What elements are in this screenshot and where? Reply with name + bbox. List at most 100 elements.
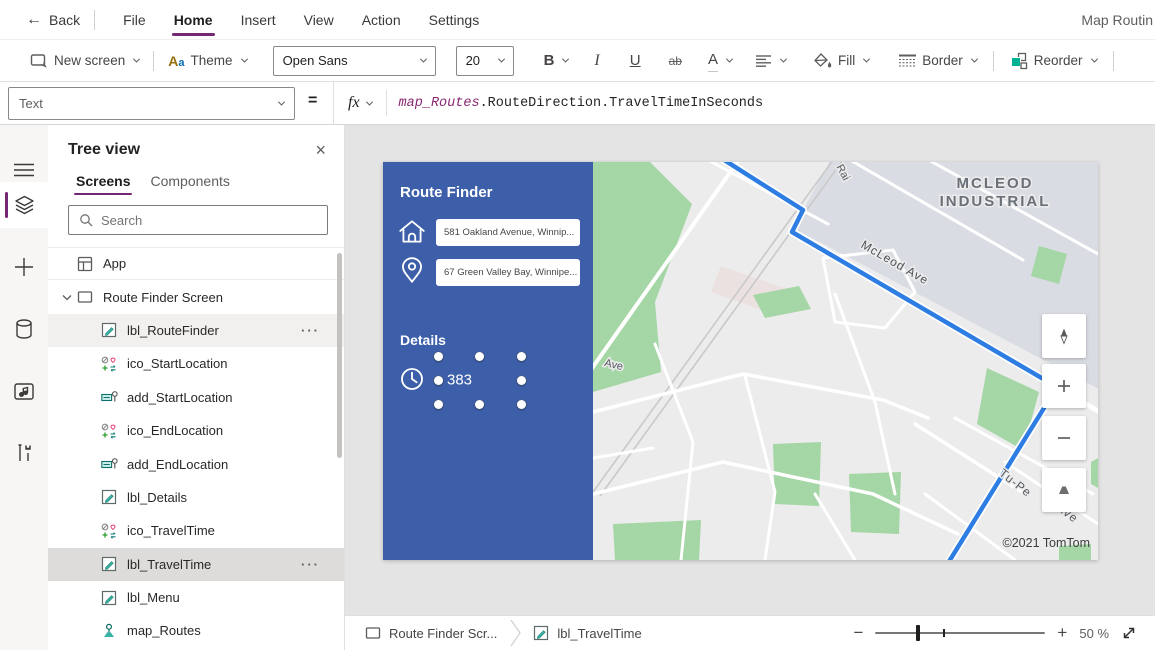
- chevron-down-icon: [366, 98, 373, 105]
- tree-item-label: lbl_Menu: [127, 590, 180, 605]
- font-color-button[interactable]: A: [708, 51, 732, 71]
- border-button[interactable]: Border: [899, 53, 977, 68]
- compass-icon: [1055, 327, 1073, 345]
- tree-item-ico_TravelTime[interactable]: ico_TravelTime: [48, 514, 344, 547]
- selection-handle[interactable]: [517, 376, 526, 385]
- tree-item-lbl_TravelTime[interactable]: lbl_TravelTime···: [48, 548, 344, 581]
- theme-aa-icon: Aa: [168, 53, 184, 69]
- selection-handle[interactable]: [517, 400, 526, 409]
- alignment-button[interactable]: [756, 55, 786, 67]
- divider: [153, 51, 154, 71]
- chevron-expanded-icon[interactable]: [62, 294, 72, 301]
- search-icon: [79, 213, 93, 227]
- tree-item-add_StartLocation[interactable]: add_StartLocation: [48, 381, 344, 414]
- fill-button[interactable]: Fill: [814, 53, 869, 69]
- formula-input-area[interactable]: fx map_Routes.RouteDirection.TravelTimeI…: [333, 82, 1155, 124]
- breadcrumb-item-lbl_TravelTime[interactable]: lbl_TravelTime: [533, 625, 641, 641]
- menu-item-home[interactable]: Home: [160, 0, 227, 40]
- data-icon: [15, 319, 33, 339]
- location-pin-icon: [397, 255, 427, 287]
- tree-item-App[interactable]: App: [48, 247, 344, 280]
- rail-item-insert-icon[interactable]: [0, 244, 48, 290]
- tree-item-label: add_StartLocation: [127, 390, 233, 405]
- chevron-down-icon: [562, 56, 569, 63]
- clock-icon: [397, 364, 427, 394]
- travel-time-selection[interactable]: 383: [438, 356, 521, 404]
- more-options-button[interactable]: ···: [301, 323, 320, 338]
- menu-item-view[interactable]: View: [290, 0, 348, 40]
- rail-item-tree-view-icon[interactable]: [0, 182, 48, 228]
- tree-item-label: ico_TravelTime: [127, 523, 215, 538]
- back-button[interactable]: ← Back: [26, 11, 80, 29]
- reorder-button[interactable]: Reorder: [1010, 52, 1097, 70]
- selection-handle[interactable]: [475, 352, 484, 361]
- tree-scrollbar[interactable]: [337, 253, 342, 458]
- start-address-input[interactable]: 581 Oakland Avenue, Winnip...: [436, 219, 580, 246]
- rail-item-media-icon[interactable]: [0, 368, 48, 414]
- rail-item-advanced-tools-icon[interactable]: [0, 430, 48, 476]
- tree-item-lbl_RouteFinder[interactable]: lbl_RouteFinder ···: [48, 314, 344, 347]
- zoom-in-icon: [1055, 377, 1073, 395]
- font-family-select[interactable]: Open Sans: [273, 46, 436, 76]
- italic-button[interactable]: I: [594, 52, 599, 70]
- menu-item-action[interactable]: Action: [348, 0, 415, 40]
- font-size-select[interactable]: 20: [456, 46, 514, 76]
- tab-components[interactable]: Components: [142, 173, 237, 197]
- breadcrumb-item-RouteFinderScr[interactable]: Route Finder Scr...: [365, 625, 497, 641]
- menu-item-file[interactable]: File: [109, 0, 160, 40]
- border-label: Border: [922, 53, 963, 68]
- zoom-slider-thumb[interactable]: [916, 625, 920, 641]
- app-screen[interactable]: Route Finder 581 Oakland Avenue, Winnip.…: [383, 162, 1098, 560]
- map-tilt-button[interactable]: [1042, 468, 1086, 512]
- search-box[interactable]: [68, 205, 328, 235]
- map-zoom-in-button[interactable]: [1042, 364, 1086, 408]
- tree-item-ico_EndLocation[interactable]: ico_EndLocation: [48, 414, 344, 447]
- map-compass-button[interactable]: [1042, 314, 1086, 358]
- tree-item-label: add_EndLocation: [127, 457, 228, 472]
- tree-item-Route Finder Screen[interactable]: Route Finder Screen: [48, 280, 344, 313]
- menu-item-settings[interactable]: Settings: [415, 0, 494, 40]
- design-canvas[interactable]: Route Finder 581 Oakland Avenue, Winnip.…: [345, 125, 1155, 615]
- selection-handle[interactable]: [475, 400, 484, 409]
- new-screen-label: New screen: [54, 53, 125, 68]
- fx-icon[interactable]: fx: [334, 94, 364, 112]
- close-icon[interactable]: ×: [315, 143, 326, 157]
- tree-item-lbl_Details[interactable]: lbl_Details: [48, 481, 344, 514]
- map-control[interactable]: MCLEODINDUSTRIALMcLeod AveRaiAveTu-PeAve…: [593, 162, 1098, 560]
- zoom-out-button[interactable]: −: [853, 628, 863, 638]
- address-input-icon: [100, 388, 118, 406]
- label-icon: [100, 555, 118, 573]
- more-options-button[interactable]: ···: [301, 557, 320, 572]
- search-input[interactable]: [101, 213, 301, 228]
- map-zoom-out-button[interactable]: [1042, 416, 1086, 460]
- bold-button[interactable]: B: [544, 52, 569, 69]
- zoom-slider[interactable]: [875, 632, 1045, 634]
- end-address-input[interactable]: 67 Green Valley Bay, Winnipe...: [436, 259, 580, 286]
- back-arrow-icon: ←: [26, 11, 42, 29]
- new-screen-button[interactable]: New screen: [30, 53, 139, 69]
- rail-item-data-icon[interactable]: [0, 306, 48, 352]
- tree-item-label: lbl_RouteFinder: [127, 323, 219, 338]
- chevron-down-icon: [971, 56, 978, 63]
- tree-item-add_EndLocation[interactable]: add_EndLocation: [48, 447, 344, 480]
- tree-item-lbl_Menu[interactable]: lbl_Menu: [48, 581, 344, 614]
- property-select[interactable]: Text: [8, 87, 295, 120]
- label-icon: [100, 321, 118, 339]
- tree-item-ico_StartLocation[interactable]: ico_StartLocation: [48, 347, 344, 380]
- selection-handle[interactable]: [517, 352, 526, 361]
- underline-button[interactable]: U: [630, 52, 641, 69]
- selection-handle[interactable]: [434, 376, 443, 385]
- map-icon: [100, 622, 118, 640]
- route-finder-title: Route Finder: [400, 184, 493, 201]
- theme-button[interactable]: Aa Theme: [168, 53, 246, 69]
- zoom-in-button[interactable]: +: [1057, 628, 1067, 638]
- formula-text[interactable]: map_Routes.RouteDirection.TravelTimeInSe…: [387, 96, 764, 111]
- selection-handle[interactable]: [434, 400, 443, 409]
- menu-item-insert[interactable]: Insert: [227, 0, 290, 40]
- fit-to-window-icon[interactable]: [1121, 625, 1137, 641]
- tab-screens[interactable]: Screens: [68, 173, 138, 197]
- strikethrough-button[interactable]: ab: [669, 54, 682, 68]
- selection-handle[interactable]: [434, 352, 443, 361]
- route-finder-panel[interactable]: Route Finder 581 Oakland Avenue, Winnip.…: [383, 162, 593, 560]
- tree-item-map_Routes[interactable]: map_Routes: [48, 614, 344, 647]
